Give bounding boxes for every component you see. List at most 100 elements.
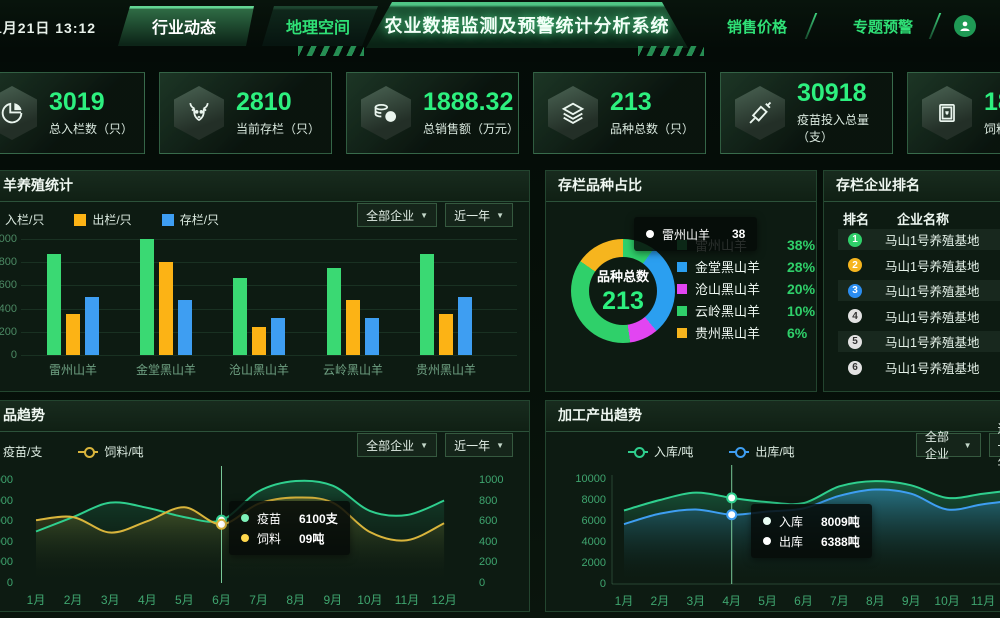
y-axis-tick: 800: [0, 256, 17, 268]
tab-geo-space[interactable]: 地理空间: [258, 6, 378, 46]
company-name: 马山1号养殖基地: [885, 256, 979, 275]
tab-industry-news[interactable]: 行业动态: [114, 6, 254, 46]
pie-legend-item: 云岭黑山羊10%: [677, 301, 815, 320]
user-avatar-icon[interactable]: [954, 15, 976, 37]
stat-value: 1888.32: [423, 90, 518, 115]
period-filter-select[interactable]: 近一年▼: [445, 203, 513, 227]
legend-label: 金堂黑山羊: [695, 257, 779, 276]
tooltip-series-name: 饲料: [257, 530, 291, 547]
x-axis-month: 9月: [891, 592, 931, 609]
x-axis-month: 12月: [424, 591, 464, 608]
chart-filters: 全部企业▼近一年▼: [357, 433, 513, 457]
company-filter-select[interactable]: 全部企业▼: [357, 433, 437, 457]
bar-存栏/只: [365, 318, 379, 355]
table-row[interactable]: 5马山1号养殖基地: [838, 331, 1000, 352]
chevron-down-icon: ▼: [420, 441, 428, 450]
tooltip-dot: [241, 534, 249, 542]
tooltip-series-name: 出库: [779, 533, 813, 550]
y-axis-tick-left: 6000: [0, 515, 13, 527]
legend-item: 入库/吨: [628, 443, 693, 460]
gridline: [21, 285, 517, 286]
panel-breed-stats: 羊养殖统计 入栏/只出栏/只存栏/只全部企业▼近一年▼0200400600800…: [0, 170, 530, 392]
stat-card-3: ¥1888.32总销售额（万元）: [346, 72, 519, 154]
tooltip-value: 6100支: [299, 510, 338, 527]
x-axis-category: 贵州黑山羊: [406, 361, 486, 378]
legend-item: 疫苗/支: [0, 443, 42, 460]
x-axis-month: 5月: [164, 591, 204, 608]
tab-industry-news-label: 行业动态: [152, 14, 216, 38]
period-filter-value: 近一年: [454, 437, 490, 454]
layers-icon: [548, 86, 598, 140]
panel-stock-ratio-title: 存栏品种占比: [546, 171, 816, 202]
bar-出栏/只: [346, 300, 360, 355]
y-axis-tick-right: 0: [479, 577, 485, 589]
chevron-down-icon: ▼: [964, 441, 972, 450]
panel-stock-ratio: 存栏品种占比 品种总数213雷州山羊38%金堂黑山羊28%沧山黑山羊20%云岭黑…: [545, 170, 817, 392]
bar-legend: 入栏/只出栏/只存栏/只: [0, 211, 219, 228]
x-axis-month: 8月: [276, 591, 316, 608]
bar-入栏/只: [420, 254, 434, 355]
panel-breed-title: 羊养殖统计: [0, 171, 529, 202]
table-row[interactable]: 4马山1号养殖基地: [838, 306, 1000, 327]
stat-card-4: 213品种总数（只）: [533, 72, 706, 154]
svg-text:¥: ¥: [388, 113, 393, 122]
legend-swatch: [677, 328, 687, 338]
company-name: 马山1号养殖基地: [885, 281, 979, 300]
bar-存栏/只: [85, 297, 99, 355]
tooltip-series-name: 疫苗: [257, 510, 291, 527]
y-axis-tick-right: 600: [479, 515, 497, 527]
y-axis-tick: 200: [0, 326, 17, 338]
donut-center-label: 品种总数: [597, 266, 649, 285]
chart-tooltip: 雷州山羊38: [634, 217, 757, 251]
period-filter-select[interactable]: 近一年▼: [989, 433, 1000, 457]
y-axis-tick: 1000: [0, 233, 17, 245]
y-axis-tick-right: 800: [479, 495, 497, 507]
legend-item: 存栏/只: [162, 211, 219, 228]
chart-filters: 全部企业▼ 近一年▼: [916, 433, 1000, 457]
syringe-icon: [735, 86, 785, 140]
legend-item: 出栏/只: [74, 211, 131, 228]
tooltip-dot: [646, 230, 654, 238]
legend-line-marker: [729, 451, 749, 453]
y-axis-tick-right: 1000: [479, 474, 503, 486]
bar-入栏/只: [233, 278, 247, 355]
tab-topic-warning[interactable]: 专题预警: [828, 12, 938, 40]
chart-tooltip: 疫苗 6100支饲料 09吨: [229, 501, 350, 555]
table-row[interactable]: 3马山1号养殖基地: [838, 280, 1000, 301]
stat-value: 2810: [236, 90, 320, 115]
chevron-down-icon: ▼: [420, 211, 428, 220]
legend-percent: 10%: [787, 303, 815, 319]
datetime: 1月21日 13:12: [0, 18, 96, 38]
tooltip-value: 09吨: [299, 530, 324, 547]
company-name: 马山1号养殖基地: [885, 307, 979, 326]
x-axis-month: 11月: [387, 591, 427, 608]
company-filter-value: 全部企业: [366, 207, 414, 224]
table-row[interactable]: 1马山1号养殖基地: [838, 229, 1000, 250]
period-filter-select[interactable]: 近一年▼: [445, 433, 513, 457]
rank-badge: 6: [848, 361, 862, 375]
goat-icon: [174, 86, 224, 140]
company-name: 马山1号养殖基地: [885, 358, 979, 377]
pie-legend-item: 金堂黑山羊28%: [677, 257, 815, 276]
x-axis-month: 10月: [350, 591, 390, 608]
y-axis-tick: 600: [0, 279, 17, 291]
company-filter-select[interactable]: 全部企业▼: [916, 433, 981, 457]
y-axis-tick-left: 0: [0, 577, 13, 589]
hazard-stripes-right: [638, 46, 704, 56]
y-axis-tick: 400: [0, 303, 17, 315]
line-legend: 疫苗/支饲料/吨: [0, 443, 144, 460]
stat-card-5: 30918疫苗投入总量（支）: [720, 72, 893, 154]
tab-sales-price[interactable]: 销售价格: [702, 12, 812, 40]
table-row[interactable]: 2 马山1号养殖基地: [838, 255, 1000, 276]
stat-label: 总入栏数（只）: [49, 120, 133, 137]
company-filter-select[interactable]: 全部企业 ▼: [357, 203, 437, 227]
rank-badge: 2: [848, 258, 862, 272]
table-row[interactable]: 6 马山1号养殖基地: [838, 357, 1000, 378]
stat-card-2: 2810当前存栏（只）: [159, 72, 332, 154]
legend-label: 沧山黑山羊: [695, 279, 779, 298]
rank-badge: 5: [848, 335, 862, 349]
legend-swatch: [74, 214, 86, 226]
chevron-down-icon: ▼: [496, 211, 504, 220]
stat-value: 3019: [49, 90, 133, 115]
x-axis-category: 金堂黑山羊: [126, 361, 206, 378]
